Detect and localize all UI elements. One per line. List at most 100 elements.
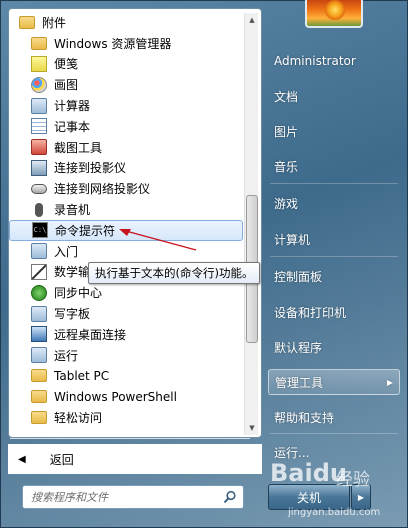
program-label: 录音机 <box>54 203 91 218</box>
program-label: 便笺 <box>54 57 79 72</box>
folder-accessories[interactable]: 附件 <box>9 12 245 33</box>
right-item-label: 计算机 <box>274 232 311 247</box>
folder-icon <box>31 369 47 383</box>
right-item-label: 音乐 <box>274 159 299 174</box>
program-label: 记事本 <box>54 119 91 134</box>
watermark-cn: 经验 <box>336 470 370 490</box>
program-label: 入门 <box>54 244 79 259</box>
right-item-admin-tools[interactable]: 管理工具 ▶ <box>268 369 400 395</box>
user-avatar[interactable] <box>305 0 363 28</box>
watermark-url: jingyan.baidu.com <box>288 507 381 518</box>
right-item-label: 图片 <box>274 124 299 139</box>
notepad-icon <box>31 118 47 135</box>
program-label: 画图 <box>54 78 79 93</box>
program-item-paint[interactable]: 画图 <box>9 74 245 95</box>
right-item-computer[interactable]: 计算机 <box>268 226 400 252</box>
right-item-label: 控制面板 <box>274 269 323 284</box>
right-item-default-programs[interactable]: 默认程序 <box>268 334 400 360</box>
program-item-getting-started[interactable]: 入门 <box>9 241 245 262</box>
submenu-arrow-icon: ▶ <box>386 378 393 387</box>
right-item-administrator[interactable]: Administrator <box>268 48 400 74</box>
right-item-label: 设备和打印机 <box>274 305 347 320</box>
program-item-snipping-tool[interactable]: 截图工具 <box>9 137 245 158</box>
back-label: 返回 <box>49 452 74 467</box>
program-label: Windows 资源管理器 <box>54 36 172 51</box>
right-item-label: Administrator <box>274 54 356 68</box>
right-separator <box>270 183 398 184</box>
back-arrow-icon: ◀ <box>18 453 26 465</box>
command-prompt-icon: C:\ <box>32 222 48 239</box>
program-label: 运行 <box>54 348 79 363</box>
scroll-up-arrow-icon[interactable]: ▲ <box>245 13 259 27</box>
tooltip-text: 执行基于文本的(命令行)功能。 <box>95 266 254 280</box>
search-icon[interactable] <box>223 490 237 504</box>
folder-label: Tablet PC <box>54 368 110 383</box>
program-label: 远程桌面连接 <box>54 327 127 342</box>
folder-ease-of-access[interactable]: 轻松访问 <box>9 407 245 428</box>
search-box[interactable] <box>22 485 244 509</box>
program-item-sync-center[interactable]: 同步中心 <box>9 282 245 303</box>
snipping-tool-icon <box>31 139 47 156</box>
math-input-icon <box>31 263 47 280</box>
program-label: 连接到投影仪 <box>54 161 127 176</box>
programs-panel: 附件 Windows 资源管理器 便笺 画图 计算器 记事本 截图工具 连接到投… <box>8 8 262 438</box>
folder-powershell[interactable]: Windows PowerShell <box>9 386 245 407</box>
folder-open-icon <box>19 15 35 29</box>
program-label: 截图工具 <box>54 140 103 155</box>
folder-label: Windows PowerShell <box>54 389 177 404</box>
program-item-run[interactable]: 运行 <box>9 345 245 366</box>
right-item-control-panel[interactable]: 控制面板 <box>268 263 400 289</box>
right-separator <box>270 256 398 257</box>
program-item-notepad[interactable]: 记事本 <box>9 116 245 137</box>
program-item-calculator[interactable]: 计算器 <box>9 95 245 116</box>
microphone-icon <box>35 202 43 217</box>
program-label: 写字板 <box>54 307 91 322</box>
search-input[interactable] <box>31 490 211 504</box>
command-prompt-tooltip: 执行基于文本的(命令行)功能。 <box>88 262 261 284</box>
program-item-remote-desktop[interactable]: 远程桌面连接 <box>9 324 245 345</box>
right-item-label: 文档 <box>274 89 299 104</box>
right-item-label: 默认程序 <box>274 340 323 355</box>
program-item-sound-recorder[interactable]: 录音机 <box>9 199 245 220</box>
right-item-documents[interactable]: 文档 <box>268 83 400 109</box>
run-icon <box>31 347 47 364</box>
right-item-label: 帮助和支持 <box>274 410 335 425</box>
folder-icon <box>31 390 47 404</box>
wordpad-icon <box>31 305 47 322</box>
folder-tablet-pc[interactable]: Tablet PC <box>9 366 245 387</box>
right-separator <box>270 433 398 434</box>
program-label: 命令提示符 <box>55 223 116 238</box>
program-item-network-projector[interactable]: 连接到网络投影仪 <box>9 178 245 199</box>
right-item-help-support[interactable]: 帮助和支持 <box>268 404 400 430</box>
explorer-icon <box>31 36 47 50</box>
right-item-pictures[interactable]: 图片 <box>268 118 400 144</box>
back-button[interactable]: ◀ 返回 <box>8 444 262 474</box>
program-item-explorer[interactable]: Windows 资源管理器 <box>9 33 245 54</box>
remote-desktop-icon <box>31 326 47 343</box>
program-label: 连接到网络投影仪 <box>54 182 151 197</box>
sync-center-icon <box>31 284 47 301</box>
right-item-games[interactable]: 游戏 <box>268 190 400 216</box>
folder-icon <box>31 411 47 425</box>
program-item-wordpad[interactable]: 写字板 <box>9 303 245 324</box>
programs-tree: 附件 Windows 资源管理器 便笺 画图 计算器 记事本 截图工具 连接到投… <box>9 12 245 428</box>
program-item-command-prompt[interactable]: C:\ 命令提示符 <box>9 219 243 241</box>
scroll-down-arrow-icon[interactable]: ▼ <box>245 421 259 435</box>
baidu-watermark: Baidu 经验 jingyan.baidu.com <box>268 455 408 525</box>
sticky-notes-icon <box>31 55 47 72</box>
panel-divider <box>10 438 250 439</box>
right-item-music[interactable]: 音乐 <box>268 153 400 179</box>
folder-label: 轻松访问 <box>54 411 103 426</box>
paint-icon <box>31 76 47 93</box>
network-projector-icon <box>31 183 47 194</box>
program-item-projector[interactable]: 连接到投影仪 <box>9 158 245 179</box>
program-label: 计算器 <box>54 99 91 114</box>
vertical-scrollbar[interactable]: ▲ ▼ <box>244 13 258 435</box>
right-item-devices-printers[interactable]: 设备和打印机 <box>268 299 400 325</box>
getting-started-icon <box>31 243 47 260</box>
right-item-label: 管理工具 <box>275 375 324 390</box>
projector-icon <box>31 159 47 176</box>
calculator-icon <box>31 97 47 114</box>
folder-label: 附件 <box>42 15 67 30</box>
program-item-sticky-notes[interactable]: 便笺 <box>9 54 245 75</box>
